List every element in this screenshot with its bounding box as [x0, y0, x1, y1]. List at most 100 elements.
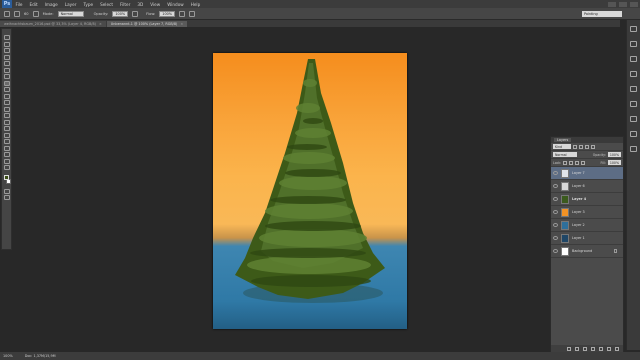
swatches-panel-icon[interactable]: [630, 131, 637, 137]
brush-tool-icon[interactable]: [4, 10, 10, 17]
layer-opacity-field[interactable]: 100%: [607, 152, 621, 157]
shape-filter-icon[interactable]: [591, 144, 595, 149]
close-icon[interactable]: ×: [180, 22, 183, 26]
eyedropper-tool-icon[interactable]: [3, 67, 10, 73]
trash-icon[interactable]: [615, 347, 619, 351]
menu-file[interactable]: File: [12, 2, 26, 7]
zoom-tool-icon[interactable]: [3, 158, 10, 164]
layer-fill-field[interactable]: 100%: [607, 160, 621, 165]
kind-filter-select[interactable]: Kind: [553, 144, 571, 149]
menu-filter[interactable]: Filter: [116, 2, 133, 7]
brush-size[interactable]: 60: [24, 12, 29, 16]
clone-stamp-tool-icon[interactable]: [3, 87, 10, 92]
crop-tool-icon[interactable]: [3, 61, 10, 66]
layer-row[interactable]: Layer 7: [551, 167, 623, 180]
move-tool-icon[interactable]: [3, 35, 10, 40]
info-panel-icon[interactable]: [630, 101, 637, 107]
visibility-eye-icon[interactable]: [553, 171, 558, 175]
visibility-eye-icon[interactable]: [553, 210, 558, 214]
tab-document-1[interactable]: weihnachtsbaum_2016.psd @ 33,3% (Layer 4…: [0, 21, 106, 27]
menu-view[interactable]: View: [147, 2, 164, 7]
layer-thumbnail: [561, 181, 569, 191]
adjustment-filter-icon[interactable]: [579, 144, 583, 149]
visibility-eye-icon[interactable]: [553, 184, 558, 188]
close-icon[interactable]: ×: [99, 22, 102, 26]
new-group-icon[interactable]: [599, 347, 603, 351]
brush-panel-icon[interactable]: [630, 56, 637, 62]
workspace-select[interactable]: Painting: [582, 11, 622, 17]
lock-all-icon[interactable]: [581, 160, 586, 165]
blend-mode-select[interactable]: Normal: [553, 152, 577, 157]
link-layers-icon[interactable]: [567, 347, 571, 351]
menu-image[interactable]: Image: [41, 2, 61, 7]
brush-tool-icon[interactable]: [3, 80, 10, 86]
flow-field[interactable]: 100%: [159, 10, 175, 17]
document-canvas[interactable]: [213, 53, 407, 329]
layer-row[interactable]: Layer 6: [551, 180, 623, 193]
add-mask-icon[interactable]: [583, 347, 587, 351]
dodge-tool-icon[interactable]: [3, 119, 10, 125]
properties-panel-icon[interactable]: [630, 41, 637, 47]
layers-panel-icon[interactable]: [630, 146, 637, 152]
pressure-size-icon[interactable]: [189, 10, 195, 17]
healing-tool-icon[interactable]: [3, 74, 10, 79]
path-select-tool-icon[interactable]: [3, 139, 10, 144]
layer-row[interactable]: Layer 4: [551, 193, 623, 206]
menu-layer[interactable]: Layer: [61, 2, 80, 7]
visibility-eye-icon[interactable]: [553, 223, 558, 227]
new-layer-icon[interactable]: [607, 347, 611, 351]
menu-select[interactable]: Select: [97, 2, 117, 7]
lock-transparent-icon[interactable]: [563, 160, 568, 165]
gradient-tool-icon[interactable]: [3, 106, 10, 112]
background-color-swatch[interactable]: [6, 179, 11, 184]
blur-tool-icon[interactable]: [3, 113, 10, 118]
eraser-tool-icon[interactable]: [3, 100, 10, 105]
minimize-icon[interactable]: [608, 1, 616, 7]
character-panel-icon[interactable]: [630, 71, 637, 77]
tab-document-2[interactable]: Unbenannt-1 @ 100% (Layer 7, RGB/8) ×: [106, 21, 188, 27]
layer-row[interactable]: Background: [551, 245, 623, 258]
opacity-field[interactable]: 100%: [112, 10, 129, 17]
pressure-opacity-icon[interactable]: [132, 10, 139, 17]
edit-toolbar-icon[interactable]: [3, 165, 10, 170]
lock-pixels-icon[interactable]: [569, 160, 574, 165]
layer-row[interactable]: Layer 1: [551, 232, 623, 245]
airbrush-icon[interactable]: [179, 10, 185, 17]
visibility-eye-icon[interactable]: [553, 197, 558, 201]
marquee-tool-icon[interactable]: [3, 41, 10, 47]
lock-position-icon[interactable]: [575, 160, 580, 165]
brush-preset-icon[interactable]: [14, 10, 20, 17]
history-brush-tool-icon[interactable]: [3, 93, 10, 99]
visibility-eye-icon[interactable]: [553, 249, 558, 253]
menu-edit[interactable]: Edit: [26, 2, 41, 7]
menu-window[interactable]: Window: [164, 2, 188, 7]
zoom-level[interactable]: 100%: [3, 354, 13, 358]
tab-layers[interactable]: Layers: [554, 138, 572, 142]
quick-select-tool-icon[interactable]: [3, 54, 10, 60]
adjustment-layer-icon[interactable]: [591, 347, 595, 351]
lasso-tool-icon[interactable]: [3, 48, 10, 53]
shape-tool-icon[interactable]: [3, 145, 10, 151]
menu-help[interactable]: Help: [187, 2, 204, 7]
maximize-icon[interactable]: [619, 1, 627, 7]
foreground-color-swatch[interactable]: [4, 174, 9, 180]
menu-3d[interactable]: 3D: [134, 2, 147, 7]
brush-panel-icon[interactable]: [32, 10, 39, 17]
screen-mode-icon[interactable]: [3, 195, 10, 200]
layer-style-icon[interactable]: [575, 347, 579, 351]
history-panel-icon[interactable]: [630, 26, 637, 32]
menu-type[interactable]: Type: [80, 2, 97, 7]
close-icon[interactable]: [630, 1, 638, 7]
mode-select[interactable]: Normal: [57, 10, 84, 17]
visibility-eye-icon[interactable]: [553, 236, 558, 240]
type-filter-icon[interactable]: [585, 144, 589, 149]
pen-tool-icon[interactable]: [3, 126, 10, 131]
paragraph-panel-icon[interactable]: [630, 86, 637, 92]
layer-row[interactable]: Layer 2: [551, 219, 623, 232]
layer-row[interactable]: Layer 3: [551, 206, 623, 219]
type-tool-icon[interactable]: [3, 132, 10, 138]
hand-tool-icon[interactable]: [3, 152, 10, 157]
navigator-panel-icon[interactable]: [630, 116, 637, 122]
quick-mask-icon[interactable]: [3, 188, 10, 194]
pixel-filter-icon[interactable]: [573, 144, 577, 149]
